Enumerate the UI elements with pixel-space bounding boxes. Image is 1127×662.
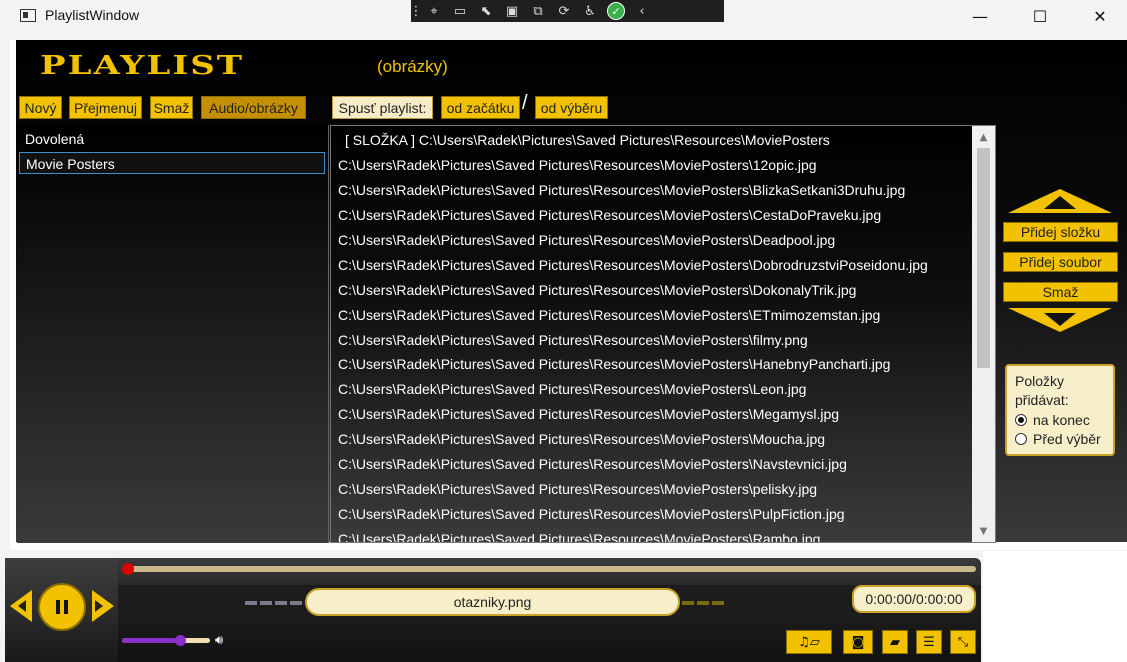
seek-bar[interactable] bbox=[124, 566, 976, 572]
minimize-button[interactable]: — bbox=[957, 0, 1003, 32]
separator-slash: / bbox=[522, 92, 528, 114]
volume-handle[interactable] bbox=[175, 635, 186, 646]
file-item[interactable]: C:\Users\Radek\Pictures\Saved Pictures\R… bbox=[338, 377, 806, 401]
playlist-item-selected[interactable]: Movie Posters bbox=[19, 152, 325, 174]
radio-label: Před výběr bbox=[1033, 430, 1101, 447]
select-element-icon[interactable]: ⬉ bbox=[473, 0, 499, 22]
file-item[interactable]: C:\Users\Radek\Pictures\Saved Pictures\R… bbox=[338, 278, 856, 302]
hot-reload-icon[interactable]: ⟳ bbox=[551, 0, 577, 22]
previous-icon bbox=[18, 600, 26, 612]
scrollbar-thumb[interactable] bbox=[977, 148, 990, 368]
add-file-button[interactable]: Přidej soubor bbox=[1003, 252, 1118, 272]
file-item[interactable]: C:\Users\Radek\Pictures\Saved Pictures\R… bbox=[338, 502, 845, 526]
scroll-down-icon[interactable]: ▼ bbox=[972, 522, 995, 540]
accessibility-icon[interactable]: ♿ bbox=[577, 0, 603, 22]
xaml-debug-toolbar: ⋮ ⌖ ▭ ⬉ ▣ ⧉ ⟳ ♿ ✓ ‹ bbox=[409, 0, 724, 22]
move-down-arrow-icon bbox=[1044, 313, 1076, 326]
file-item[interactable]: C:\Users\Radek\Pictures\Saved Pictures\R… bbox=[338, 402, 839, 426]
audio-images-mode-icon[interactable]: ♫▱ bbox=[786, 630, 832, 654]
playlist-list[interactable]: Dovolená Movie Posters bbox=[17, 125, 329, 543]
radio-insert-before[interactable]: Před výběr bbox=[1015, 429, 1105, 448]
seek-handle[interactable] bbox=[122, 563, 134, 575]
file-item[interactable]: C:\Users\Radek\Pictures\Saved Pictures\R… bbox=[338, 178, 905, 202]
playlist-logo: PLAYLIST bbox=[40, 50, 245, 82]
display-adorners-icon[interactable]: ▣ bbox=[499, 0, 525, 22]
radio-label: na konec bbox=[1033, 411, 1090, 428]
camera-icon[interactable]: ◙ bbox=[843, 630, 873, 654]
play-from-selection-button[interactable]: od výběru bbox=[535, 96, 608, 119]
window-title: PlaylistWindow bbox=[45, 7, 140, 23]
playlist-icon[interactable]: ☰ bbox=[916, 630, 942, 654]
pause-icon bbox=[56, 600, 60, 614]
left-level-indicator bbox=[245, 601, 303, 605]
add-position-options: Položky přidávat: na konec Před výběr bbox=[1005, 364, 1115, 456]
scroll-up-icon[interactable]: ▲ bbox=[972, 128, 995, 146]
move-up-arrow-icon bbox=[1044, 196, 1076, 209]
add-folder-button[interactable]: Přidej složku bbox=[1003, 222, 1118, 242]
file-list-scrollbar[interactable]: ▲ ▼ bbox=[972, 126, 995, 542]
time-display: 0:00:00/0:00:00 bbox=[852, 585, 976, 613]
track-focus-icon[interactable]: ⧉ bbox=[525, 0, 551, 22]
file-item[interactable]: C:\Users\Radek\Pictures\Saved Pictures\R… bbox=[338, 203, 881, 227]
file-item[interactable]: C:\Users\Radek\Pictures\Saved Pictures\R… bbox=[338, 303, 880, 327]
now-playing-title: otazniky.png bbox=[305, 588, 680, 616]
file-item[interactable]: C:\Users\Radek\Pictures\Saved Pictures\R… bbox=[338, 153, 817, 177]
maximize-button[interactable]: ☐ bbox=[1017, 0, 1063, 32]
check-icon[interactable]: ✓ bbox=[603, 0, 629, 22]
radio-checked-icon[interactable] bbox=[1015, 413, 1027, 426]
file-list[interactable]: [ SLOŽKA ] C:\Users\Radek\Pictures\Saved… bbox=[330, 125, 996, 543]
window-icon bbox=[20, 9, 36, 22]
file-item[interactable]: C:\Users\Radek\Pictures\Saved Pictures\R… bbox=[338, 352, 890, 376]
collapse-window-icon[interactable]: ⤡ bbox=[950, 630, 976, 654]
folder-item[interactable]: [ SLOŽKA ] C:\Users\Radek\Pictures\Saved… bbox=[345, 128, 830, 152]
pause-button[interactable] bbox=[38, 583, 86, 631]
radio-append-end[interactable]: na konec bbox=[1015, 410, 1105, 429]
file-item[interactable]: C:\Users\Radek\Pictures\Saved Pictures\R… bbox=[338, 527, 820, 542]
rename-playlist-button[interactable]: Přejmenuj bbox=[69, 96, 142, 119]
collapse-icon[interactable]: ‹ bbox=[629, 0, 655, 22]
delete-item-button[interactable]: Smaž bbox=[1003, 282, 1118, 302]
new-playlist-button[interactable]: Nový bbox=[19, 96, 62, 119]
delete-playlist-button[interactable]: Smaž bbox=[150, 96, 193, 119]
camera-icon[interactable]: ▭ bbox=[447, 0, 473, 22]
file-item[interactable]: C:\Users\Radek\Pictures\Saved Pictures\R… bbox=[338, 477, 817, 501]
close-button[interactable]: ✕ bbox=[1077, 0, 1123, 32]
file-item[interactable]: C:\Users\Radek\Pictures\Saved Pictures\R… bbox=[338, 452, 847, 476]
mode-subtitle: (obrázky) bbox=[377, 57, 448, 76]
start-playlist-label: Spusť playlist: bbox=[332, 96, 433, 119]
right-level-indicator bbox=[682, 601, 726, 605]
file-item[interactable]: C:\Users\Radek\Pictures\Saved Pictures\R… bbox=[338, 328, 808, 352]
playlist-item[interactable]: Dovolená bbox=[19, 128, 325, 150]
speaker-icon[interactable]: 🔊︎ bbox=[215, 633, 223, 648]
audio-images-toggle-button[interactable]: Audio/obrázky bbox=[201, 96, 306, 119]
options-title: Položky přidávat: bbox=[1015, 373, 1069, 408]
file-item[interactable]: C:\Users\Radek\Pictures\Saved Pictures\R… bbox=[338, 427, 825, 451]
grip-icon: ⋮ bbox=[409, 3, 423, 19]
radio-unchecked-icon[interactable] bbox=[1015, 432, 1027, 445]
play-from-start-button[interactable]: od začátku bbox=[441, 96, 520, 119]
live-tree-icon[interactable]: ⌖ bbox=[421, 0, 447, 22]
open-folder-icon[interactable]: ▰ bbox=[882, 630, 908, 654]
next-icon bbox=[95, 600, 103, 612]
title-bar: PlaylistWindow ⋮ ⌖ ▭ ⬉ ▣ ⧉ ⟳ ♿ ✓ ‹ — ☐ ✕ bbox=[0, 0, 1127, 32]
file-item[interactable]: C:\Users\Radek\Pictures\Saved Pictures\R… bbox=[338, 228, 835, 252]
file-item[interactable]: C:\Users\Radek\Pictures\Saved Pictures\R… bbox=[338, 253, 928, 277]
volume-fill bbox=[122, 638, 180, 643]
background-area bbox=[983, 551, 1127, 662]
